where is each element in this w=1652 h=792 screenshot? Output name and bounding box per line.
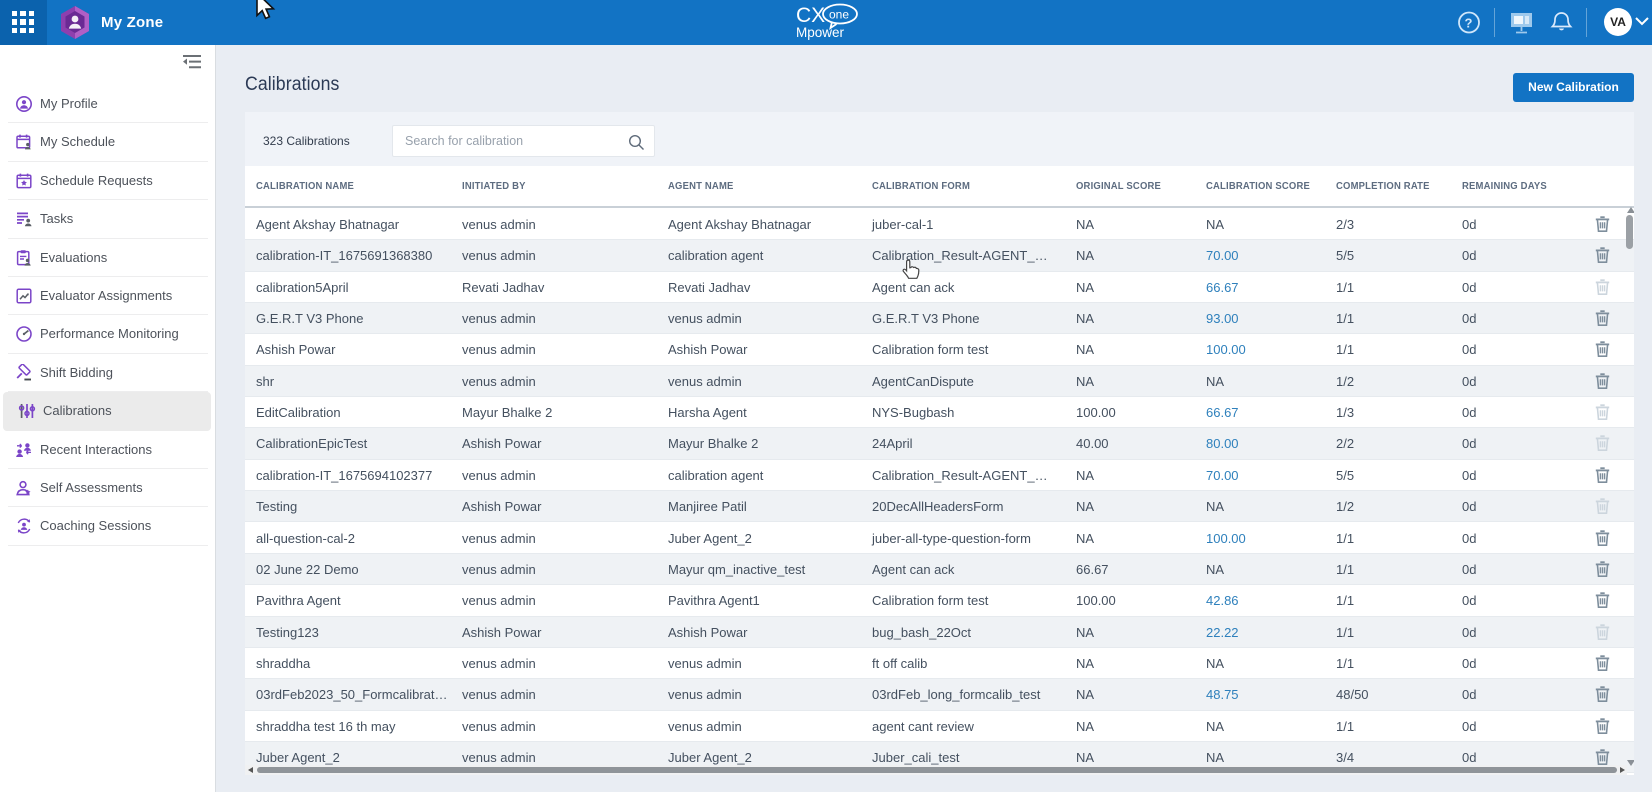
svg-text:?: ? <box>1465 16 1473 31</box>
svg-text:CX: CX <box>796 4 825 27</box>
svg-text:one: one <box>829 8 849 22</box>
svg-text:Mpower: Mpower <box>796 25 845 40</box>
